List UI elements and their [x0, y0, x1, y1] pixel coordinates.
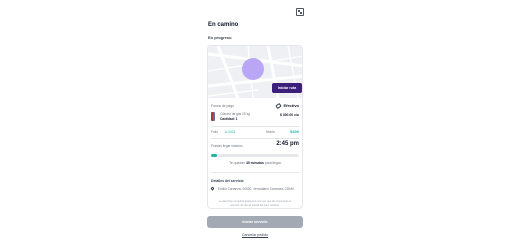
service-note: La dirección completa aparecerá una vez …: [218, 200, 292, 207]
remaining-prefix: Te quedan: [229, 161, 245, 165]
service-address: Emilio Carranza, 00000, Venustiano Carra…: [218, 187, 295, 191]
arrival-time: 2:45 pm: [276, 141, 299, 147]
remaining-time: Te quedan 40 minutos para llegar: [208, 161, 302, 165]
product-image: [211, 112, 215, 121]
folio-value: A-0001: [225, 130, 236, 134]
payment-method: Efectivo: [275, 102, 299, 109]
divider: [211, 138, 299, 139]
product-quantity: Cantidad: 1: [220, 117, 238, 121]
arrival-label: Puedes llegar máximo: [211, 144, 243, 148]
page-title: En camino: [208, 22, 239, 28]
product-price: $ 300.00 c/u: [279, 113, 299, 117]
progress-bar: [211, 154, 299, 157]
details-title: Detalles del servicio: [211, 179, 244, 183]
cancel-order-link[interactable]: Cancelar pedido: [207, 233, 303, 237]
order-card: Iniciar ruta Forma de pago Efectivo Cili…: [207, 45, 303, 209]
status-label: En progreso: [208, 35, 232, 40]
start-service-button[interactable]: Iniciar servicio: [207, 216, 303, 228]
map-view[interactable]: Iniciar ruta: [208, 46, 302, 98]
amount-value: $300: [290, 129, 299, 134]
start-route-button[interactable]: Iniciar ruta: [272, 83, 302, 93]
amount-label: Monto: [266, 130, 275, 134]
location-pin-icon: [210, 186, 215, 191]
product-name: Cilindro de gas 20 kg: [220, 112, 250, 116]
divider: [211, 126, 299, 127]
qr-code-icon[interactable]: [296, 8, 304, 16]
tag-icon: [275, 102, 283, 109]
folio-label: Folio: [211, 130, 218, 134]
location-marker: [242, 58, 264, 80]
payment-method-label: Efectivo: [283, 103, 299, 108]
remaining-suffix: para llegar: [264, 161, 281, 165]
remaining-value: 40 minutos: [245, 161, 264, 165]
divider: [211, 172, 299, 173]
progress-fill: [211, 154, 218, 157]
